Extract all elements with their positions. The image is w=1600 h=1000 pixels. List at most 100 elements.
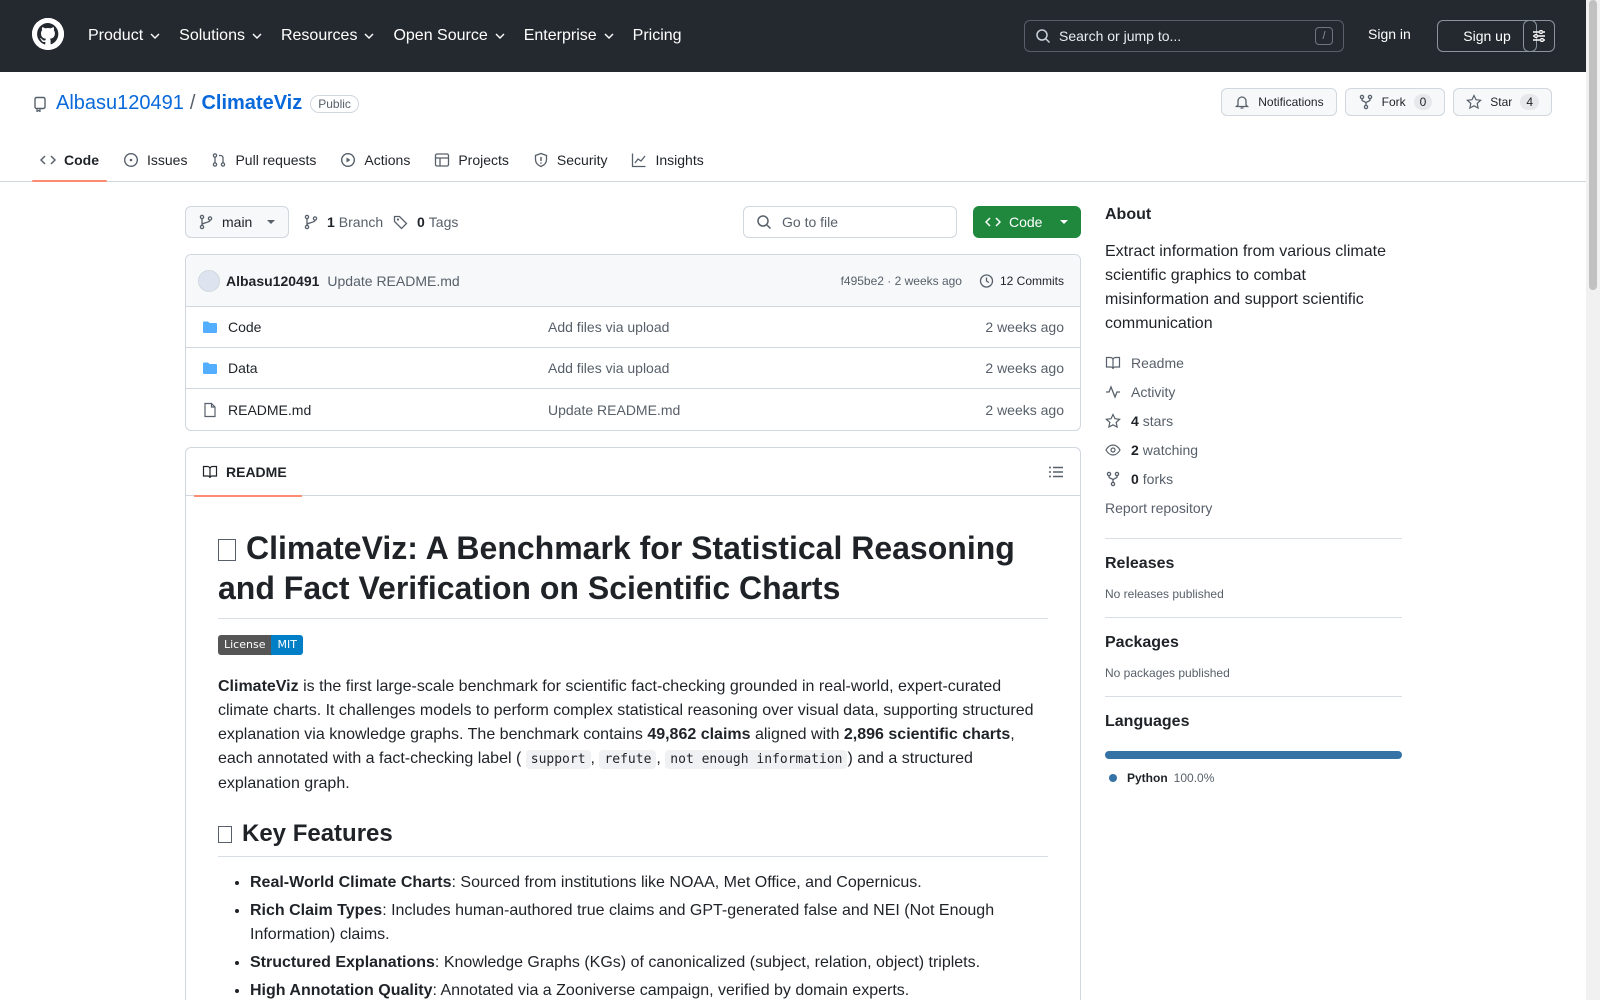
list-item: Rich Claim Types: Includes human-authore… bbox=[250, 899, 1048, 947]
stars-link[interactable]: 4 stars bbox=[1105, 406, 1402, 435]
tab-projects-label: Projects bbox=[458, 152, 509, 168]
emoji-placeholder-icon bbox=[218, 539, 236, 561]
forks-link[interactable]: 0 forks bbox=[1105, 464, 1402, 493]
label-refute-code: refute bbox=[599, 750, 657, 769]
file-row[interactable]: README.md Update README.md 2 weeks ago bbox=[186, 389, 1080, 430]
commit-author-link[interactable]: Albasu120491 bbox=[226, 273, 319, 289]
branch-count-label: Branch bbox=[338, 214, 384, 230]
list-item: High Annotation Quality: Annotated via a… bbox=[250, 979, 1048, 1000]
history-icon bbox=[979, 273, 994, 288]
issue-opened-icon bbox=[123, 152, 139, 168]
page-scrollbar[interactable] bbox=[1586, 0, 1600, 1000]
tab-code-label: Code bbox=[64, 152, 99, 168]
license-badge[interactable]: License MIT bbox=[218, 635, 303, 655]
nav-resources[interactable]: Resources bbox=[281, 27, 375, 45]
releases-heading[interactable]: Releases bbox=[1105, 555, 1402, 573]
packages-heading[interactable]: Packages bbox=[1105, 634, 1402, 652]
go-to-file-input[interactable]: Go to file bbox=[743, 206, 957, 238]
nav-product[interactable]: Product bbox=[88, 27, 161, 45]
license-badge-left: License bbox=[218, 635, 272, 655]
tab-issues[interactable]: Issues bbox=[115, 138, 195, 182]
language-item[interactable]: Python 100.0% bbox=[1105, 771, 1402, 785]
chevron-down-icon bbox=[495, 33, 505, 39]
readme-title: ClimateViz: A Benchmark for Statistical … bbox=[218, 528, 1048, 619]
nav-pricing[interactable]: Pricing bbox=[633, 27, 682, 45]
commit-hash-time[interactable]: f495be2 · 2 weeks ago bbox=[841, 274, 962, 288]
readme-tab[interactable]: README bbox=[194, 448, 302, 497]
file-row[interactable]: Code Add files via upload 2 weeks ago bbox=[186, 307, 1080, 348]
repo-owner-link[interactable]: Albasu120491 bbox=[56, 92, 184, 115]
language-name: Python bbox=[1127, 771, 1168, 785]
file-name[interactable]: README.md bbox=[228, 402, 548, 418]
activity-link[interactable]: Activity bbox=[1105, 377, 1402, 406]
list-unordered-icon[interactable] bbox=[1048, 464, 1064, 480]
emoji-placeholder-icon bbox=[218, 826, 232, 843]
sign-up-button[interactable]: Sign up bbox=[1437, 20, 1537, 52]
file-commit-message[interactable]: Update README.md bbox=[548, 402, 848, 418]
tab-actions[interactable]: Actions bbox=[332, 138, 418, 182]
tab-code[interactable]: Code bbox=[32, 138, 107, 182]
star-button[interactable]: Star 4 bbox=[1453, 88, 1552, 116]
stars-count: 4 bbox=[1131, 412, 1139, 429]
readme-link[interactable]: Readme bbox=[1105, 348, 1402, 377]
tab-projects[interactable]: Projects bbox=[426, 138, 517, 182]
file-commit-message[interactable]: Add files via upload bbox=[548, 360, 848, 376]
fork-button[interactable]: Fork 0 bbox=[1344, 88, 1446, 116]
languages-heading: Languages bbox=[1105, 713, 1190, 730]
file-commit-message[interactable]: Add files via upload bbox=[548, 319, 848, 335]
folder-icon bbox=[203, 321, 217, 333]
global-header: Product Solutions Resources Open Source … bbox=[0, 0, 1586, 72]
report-repository-label: Report repository bbox=[1105, 499, 1213, 516]
nav-open-source[interactable]: Open Source bbox=[393, 27, 505, 45]
file-name[interactable]: Code bbox=[228, 319, 548, 335]
feature-desc: : Annotated via a Zooniverse campaign, v… bbox=[432, 982, 910, 999]
code-download-button[interactable]: Code bbox=[973, 206, 1081, 238]
intro-project-name: ClimateViz bbox=[218, 678, 299, 695]
report-repository-link[interactable]: Report repository bbox=[1105, 493, 1402, 522]
repo-icon bbox=[34, 96, 46, 112]
code-button-label: Code bbox=[1009, 214, 1043, 230]
language-percent: 100.0% bbox=[1173, 771, 1215, 785]
repo-title: Albasu120491 / ClimateViz Public bbox=[32, 92, 359, 115]
tab-security-label: Security bbox=[556, 152, 608, 168]
global-search-input[interactable]: Search or jump to... / bbox=[1024, 20, 1344, 52]
scrollbar-thumb[interactable] bbox=[1589, 0, 1597, 290]
chevron-down-icon bbox=[364, 33, 374, 39]
top-navigation: Product Solutions Resources Open Source … bbox=[88, 0, 700, 72]
branches-link[interactable]: 1 Branch bbox=[303, 214, 383, 230]
file-updated-time: 2 weeks ago bbox=[985, 319, 1064, 335]
features-heading-text: Key Features bbox=[242, 820, 393, 847]
fork-count: 0 bbox=[1413, 94, 1433, 110]
commit-message-link[interactable]: Update README.md bbox=[327, 273, 459, 289]
github-logo-icon[interactable] bbox=[32, 18, 64, 50]
search-icon bbox=[1036, 29, 1051, 44]
commits-history-link[interactable]: 12 Commits bbox=[978, 273, 1064, 289]
avatar[interactable] bbox=[198, 269, 220, 292]
fork-icon bbox=[1106, 471, 1120, 486]
settings-menu-button[interactable] bbox=[1523, 20, 1555, 52]
readme-title-text: ClimateViz: A Benchmark for Statistical … bbox=[218, 530, 1015, 606]
file-row[interactable]: Data Add files via upload 2 weeks ago bbox=[186, 348, 1080, 389]
branch-selector-button[interactable]: main bbox=[185, 206, 289, 238]
intro-charts: 2,896 scientific charts bbox=[843, 726, 1011, 743]
tab-issues-label: Issues bbox=[147, 152, 188, 168]
forks-label: forks bbox=[1142, 470, 1174, 487]
chevron-down-icon bbox=[150, 33, 160, 39]
watchers-link[interactable]: 2 watching bbox=[1105, 435, 1402, 464]
nav-solutions[interactable]: Solutions bbox=[179, 27, 263, 45]
nav-enterprise[interactable]: Enterprise bbox=[524, 27, 615, 45]
tab-pull-requests[interactable]: Pull requests bbox=[203, 138, 324, 182]
tab-insights[interactable]: Insights bbox=[623, 138, 711, 182]
sign-in-link[interactable]: Sign in bbox=[1368, 26, 1411, 42]
file-name[interactable]: Data bbox=[228, 360, 548, 376]
repo-name-link[interactable]: ClimateViz bbox=[201, 92, 302, 115]
tag-count: 0 bbox=[417, 214, 425, 230]
feature-desc: : Sourced from institutions like NOAA, M… bbox=[451, 874, 922, 891]
tab-security[interactable]: Security bbox=[525, 138, 616, 182]
notifications-button[interactable]: Notifications bbox=[1221, 88, 1337, 116]
caret-down-icon bbox=[267, 220, 275, 224]
star-icon bbox=[1466, 94, 1483, 110]
watching-count: 2 bbox=[1131, 441, 1139, 458]
tags-link[interactable]: 0 Tags bbox=[393, 214, 458, 230]
list-item: Real-World Climate Charts: Sourced from … bbox=[250, 871, 1048, 895]
